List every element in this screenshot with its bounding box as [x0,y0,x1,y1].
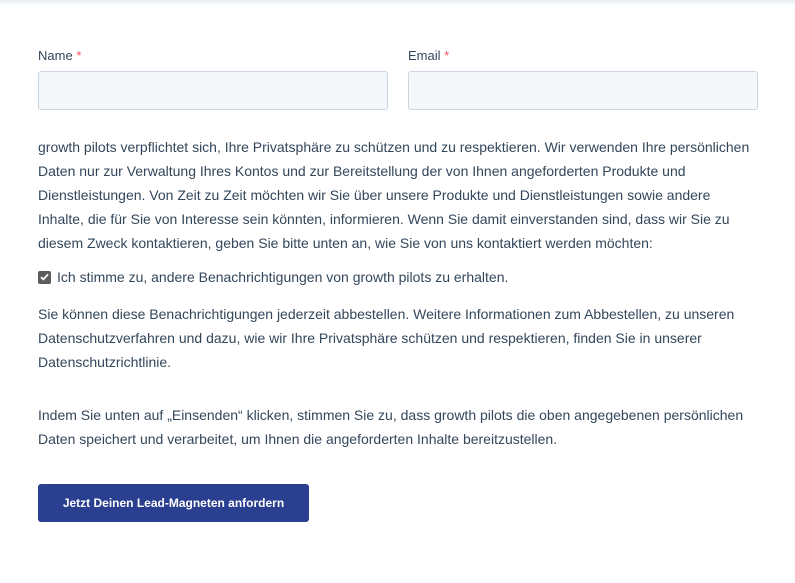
name-label-text: Name [38,48,73,63]
name-label: Name * [38,48,388,64]
submit-button[interactable]: Jetzt Deinen Lead-Magneten anfordern [38,484,309,522]
submit-consent-text: Indem Sie unten auf „Einsenden“ klicken,… [38,407,744,447]
email-label-text: Email [408,48,441,63]
email-field-group: Email * [408,48,758,110]
lead-form: Name * Email * growth pilots verpflichte… [38,48,758,522]
privacy-consent-text: growth pilots verpflichtet sich, Ihre Pr… [38,139,750,251]
notification-consent-label[interactable]: Ich stimme zu, andere Benachrichtigungen… [57,265,508,289]
top-divider [0,0,795,6]
name-required-mark: * [76,48,82,63]
name-input[interactable] [38,71,388,110]
email-input[interactable] [408,71,758,110]
notification-consent-checkbox[interactable] [38,270,51,284]
notification-consent-row[interactable]: Ich stimme zu, andere Benachrichtigungen… [38,265,758,289]
email-label: Email * [408,48,758,64]
checkmark-icon [40,273,49,281]
email-required-mark: * [444,48,450,63]
field-row: Name * Email * [38,48,758,110]
unsubscribe-info-text: Sie können diese Benachrichtigungen jede… [38,306,735,370]
name-field-group: Name * [38,48,388,110]
